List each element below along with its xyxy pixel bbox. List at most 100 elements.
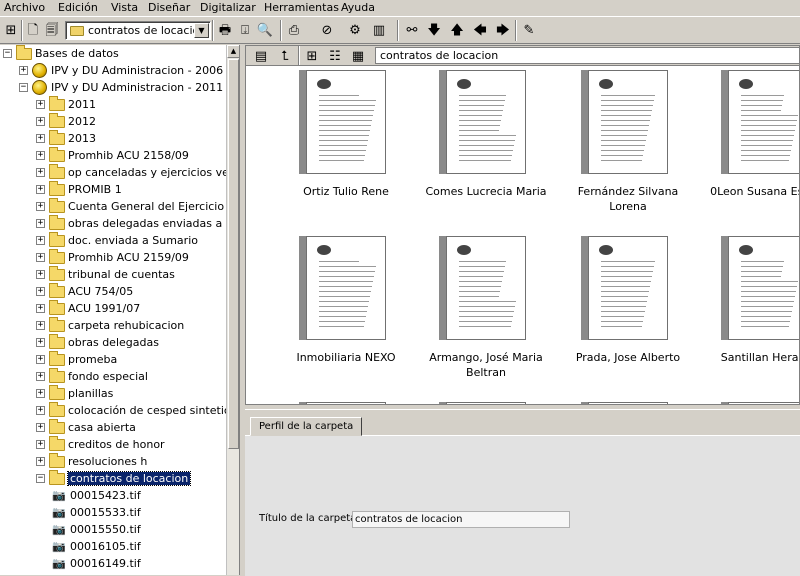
view-list-icon[interactable]: ☷ <box>326 47 344 65</box>
tree-file[interactable]: 📷 00015423.tif <box>52 487 141 504</box>
tree-folder[interactable]: + tribunal de cuentas <box>36 265 175 283</box>
expand-icon[interactable]: + <box>36 372 45 381</box>
folder-combo[interactable]: contratos de locacion ▼ <box>65 21 211 40</box>
expand-icon[interactable]: + <box>36 440 45 449</box>
properties-icon[interactable]: 🗐 <box>43 21 61 39</box>
expand-icon[interactable]: + <box>36 304 45 313</box>
document-thumbnail[interactable] <box>728 402 799 404</box>
tree-folder[interactable]: + colocación de cesped sintetico <box>36 401 237 419</box>
tree-folder[interactable]: + planillas <box>36 384 113 402</box>
arrow-left-icon[interactable]: 🡄 <box>471 21 489 39</box>
document-thumbnail[interactable] <box>306 402 386 404</box>
tree-folder[interactable]: + resoluciones h <box>36 452 147 470</box>
expand-icon[interactable]: + <box>36 185 45 194</box>
columns-icon[interactable]: ▥ <box>370 21 388 39</box>
expand-icon[interactable]: + <box>36 338 45 347</box>
thumbnail-item[interactable]: Santillan Heraldo <box>698 236 799 404</box>
tree-file[interactable]: 📷 00015533.tif <box>52 504 141 521</box>
menu-archivo[interactable]: Archivo <box>4 0 45 15</box>
tree-file[interactable]: 📷 00016105.tif <box>52 538 141 555</box>
collapse-icon[interactable]: − <box>3 49 12 58</box>
tree-folder[interactable]: + casa abierta <box>36 418 136 436</box>
thumbnail-item[interactable]: Armango, José Maria Beltran <box>416 236 556 404</box>
tree-folder[interactable]: + ACU 1991/07 <box>36 299 140 317</box>
menu-disenar[interactable]: Diseñar <box>148 0 190 15</box>
tree-folder[interactable]: + fondo especial <box>36 367 148 385</box>
tree-view-icon[interactable]: ⊞ <box>2 21 20 39</box>
tree-folder[interactable]: +2013 <box>36 129 96 147</box>
print-icon[interactable]: 🖶 <box>216 21 234 39</box>
tree-folder[interactable]: +2012 <box>36 112 96 130</box>
folder-title-field[interactable]: contratos de locacion <box>352 511 570 528</box>
view-details-icon[interactable]: ▤ <box>252 47 270 65</box>
up-folder-icon[interactable]: ⮤ <box>276 47 294 65</box>
binoculars-icon[interactable]: ⚯ <box>403 21 421 39</box>
settings-icon[interactable]: ⚙ <box>346 21 364 39</box>
expand-icon[interactable]: + <box>36 406 45 415</box>
menu-ayuda[interactable]: Ayuda <box>341 0 375 15</box>
stamp-icon[interactable]: ⍗ <box>236 21 254 39</box>
expand-icon[interactable]: + <box>36 219 45 228</box>
expand-icon[interactable]: + <box>36 117 45 126</box>
view-grid-icon[interactable]: ▦ <box>349 47 367 65</box>
collapse-icon[interactable]: − <box>36 474 45 483</box>
view-large-icon[interactable]: ⊞ <box>303 47 321 65</box>
tree-folder[interactable]: + obras delegadas enviadas a rec <box>36 214 239 232</box>
tree-folder[interactable]: + Promhib ACU 2158/09 <box>36 146 189 164</box>
tree-root[interactable]: − Bases de datos <box>3 45 119 62</box>
document-thumbnail[interactable] <box>446 402 526 404</box>
expand-icon[interactable]: + <box>36 168 45 177</box>
thumbnail-item[interactable]: Comes Lucrecia Maria <box>416 70 556 240</box>
tree-file[interactable]: 📷 00015550.tif <box>52 521 141 538</box>
arrow-up-icon[interactable]: 🡅 <box>448 21 466 39</box>
tree-file[interactable]: 📷 00016149.tif <box>52 555 141 572</box>
edit-icon[interactable]: ✎ <box>520 21 538 39</box>
expand-icon[interactable]: + <box>36 202 45 211</box>
expand-icon[interactable]: + <box>36 100 45 109</box>
collapse-icon[interactable]: − <box>19 83 28 92</box>
tree-folder[interactable]: + Cuenta General del Ejercicio 201 <box>36 197 239 215</box>
thumbnail-item[interactable]: Ortiz Tulio Rene <box>276 70 416 240</box>
thumbnail-item[interactable]: Prada, Jose Alberto <box>558 236 698 404</box>
tree-folder[interactable]: + op canceladas y ejercicios venc <box>36 163 239 181</box>
tree-db[interactable]: + IPV y DU Administracion - 2006 - 2 <box>19 62 239 79</box>
expand-icon[interactable]: + <box>36 287 45 296</box>
tree-folder[interactable]: + creditos de honor <box>36 435 165 453</box>
expand-icon[interactable]: + <box>36 457 45 466</box>
thumbnail-item[interactable]: Inmobiliaria NEXO <box>276 236 416 404</box>
tree-folder[interactable]: + Promhib ACU 2159/09 <box>36 248 189 266</box>
expand-icon[interactable]: + <box>36 151 45 160</box>
expand-icon[interactable]: + <box>36 270 45 279</box>
thumbnail-item[interactable]: Fernández Silvana Lorena <box>558 70 698 240</box>
tree-folder[interactable]: + ACU 754/05 <box>36 282 133 300</box>
tree-folder[interactable]: + doc. enviada a Sumario <box>36 231 198 249</box>
document-icon[interactable]: 🗋 <box>24 21 42 39</box>
menu-edicion[interactable]: Edición <box>58 0 98 15</box>
menu-herramientas[interactable]: Herramientas <box>264 0 339 15</box>
expand-icon[interactable]: + <box>36 236 45 245</box>
expand-icon[interactable]: + <box>36 253 45 262</box>
tree-folder[interactable]: + promeba <box>36 350 117 368</box>
menu-digitalizar[interactable]: Digitalizar <box>200 0 256 15</box>
arrow-down-icon[interactable]: 🡇 <box>425 21 443 39</box>
expand-icon[interactable]: + <box>36 355 45 364</box>
tree-folder[interactable]: + carpeta rehubicacion <box>36 316 184 334</box>
expand-icon[interactable]: + <box>36 423 45 432</box>
menu-vista[interactable]: Vista <box>111 0 138 15</box>
expand-icon[interactable]: + <box>19 66 28 75</box>
chevron-down-icon[interactable]: ▼ <box>194 23 209 38</box>
scroll-up-icon[interactable]: ▲ <box>227 45 239 58</box>
expand-icon[interactable]: + <box>36 321 45 330</box>
tree-folder[interactable]: + obras delegadas <box>36 333 159 351</box>
tree-folder[interactable]: − contratos de locacion <box>36 469 192 487</box>
tab-folder-profile[interactable]: Perfil de la carpeta <box>250 417 363 436</box>
tree-db[interactable]: − IPV y DU Administracion - 2011 - 2 <box>19 79 239 96</box>
tree-scrollbar[interactable]: ▲ <box>226 45 239 575</box>
scroll-thumb[interactable] <box>228 59 239 449</box>
expand-icon[interactable]: + <box>36 134 45 143</box>
document-thumbnail[interactable] <box>588 402 668 404</box>
tree-folder[interactable]: + PROMIB 1 <box>36 180 122 198</box>
zoom-icon[interactable]: 🔍 <box>256 21 274 39</box>
thumbnail-item[interactable]: 0Leon Susana Esther <box>698 70 799 240</box>
tree-folder[interactable]: +2011 <box>36 95 96 113</box>
